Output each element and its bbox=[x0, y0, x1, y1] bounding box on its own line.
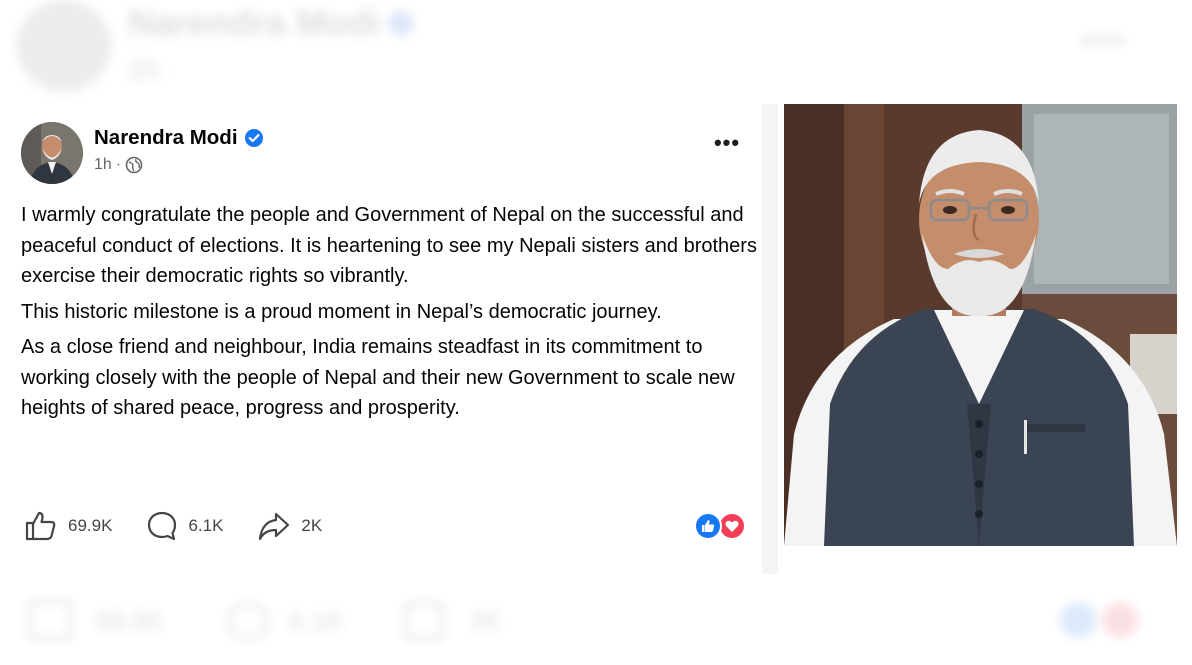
ghost-share-icon bbox=[404, 602, 444, 640]
author-name[interactable]: Narendra Modi bbox=[94, 126, 238, 150]
thumbs-up-icon bbox=[24, 510, 58, 542]
ghost-like-reaction-icon bbox=[1060, 602, 1096, 638]
reactions-summary[interactable] bbox=[694, 512, 756, 542]
verified-badge-icon bbox=[244, 128, 264, 148]
share-count: 2K bbox=[301, 516, 323, 535]
post-timestamp[interactable]: 1h bbox=[94, 156, 112, 174]
like-button[interactable]: 69.9K bbox=[24, 510, 112, 542]
author-avatar[interactable] bbox=[21, 122, 83, 184]
ghost-like-icon bbox=[28, 600, 72, 640]
globe-icon[interactable] bbox=[125, 156, 143, 174]
ghost-love-reaction-icon bbox=[1102, 602, 1138, 638]
post-text: I warmly congratulate the people and Gov… bbox=[21, 200, 761, 429]
ghost-comment-icon bbox=[228, 602, 268, 640]
ghost-comment-count: 6.1K bbox=[290, 606, 344, 636]
share-button[interactable]: 2K bbox=[257, 510, 322, 542]
like-reaction-icon bbox=[694, 512, 722, 540]
comment-bubble-icon bbox=[146, 510, 178, 542]
more-options-button[interactable]: ••• bbox=[708, 132, 746, 158]
comment-count: 6.1K bbox=[188, 516, 224, 535]
post-meta: 1h · bbox=[94, 156, 143, 174]
post-actions-bar: 69.9K 6.1K 2K bbox=[24, 510, 356, 542]
ghost-timestamp: 1h · bbox=[128, 54, 177, 85]
post-paragraph: I warmly congratulate the people and Gov… bbox=[21, 204, 757, 287]
ghost-more-icon: ••• bbox=[1082, 22, 1127, 60]
ghost-like-count: 69.9K bbox=[96, 606, 164, 636]
ghost-verified-icon bbox=[388, 10, 414, 36]
post-paragraph: As a close friend and neighbour, India r… bbox=[21, 336, 735, 419]
portrait-photo bbox=[784, 104, 1177, 546]
ghost-share-count: 2K bbox=[470, 606, 502, 636]
share-arrow-icon bbox=[257, 510, 291, 542]
post-paragraph: This historic milestone is a proud momen… bbox=[21, 300, 662, 323]
ghost-author-name: Narendra Modi bbox=[128, 2, 381, 43]
author-name-row[interactable]: Narendra Modi bbox=[94, 126, 264, 150]
meta-separator: · bbox=[115, 156, 122, 173]
post-card: Narendra Modi 1h · ••• I warmly congratu… bbox=[0, 104, 776, 574]
ghost-avatar bbox=[16, 0, 112, 92]
like-count: 69.9K bbox=[68, 516, 113, 535]
photo-divider bbox=[762, 104, 778, 574]
comment-button[interactable]: 6.1K bbox=[146, 510, 223, 542]
love-reaction-icon bbox=[718, 512, 746, 540]
